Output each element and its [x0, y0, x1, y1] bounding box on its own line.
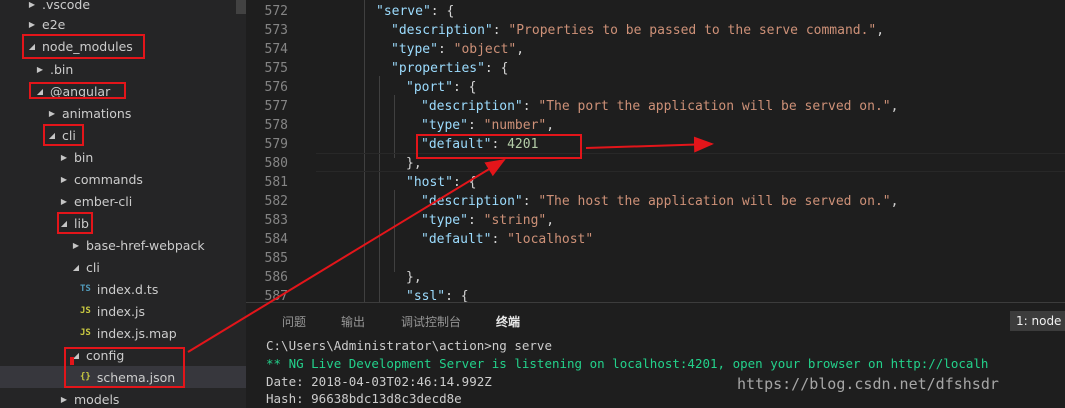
- watermark: https://blog.csdn.net/dfshsdr: [737, 375, 999, 393]
- annotation-arrow-right: [585, 136, 714, 153]
- annotation-arrows: [187, 136, 714, 353]
- annotation-arrow-to-default: [187, 158, 506, 353]
